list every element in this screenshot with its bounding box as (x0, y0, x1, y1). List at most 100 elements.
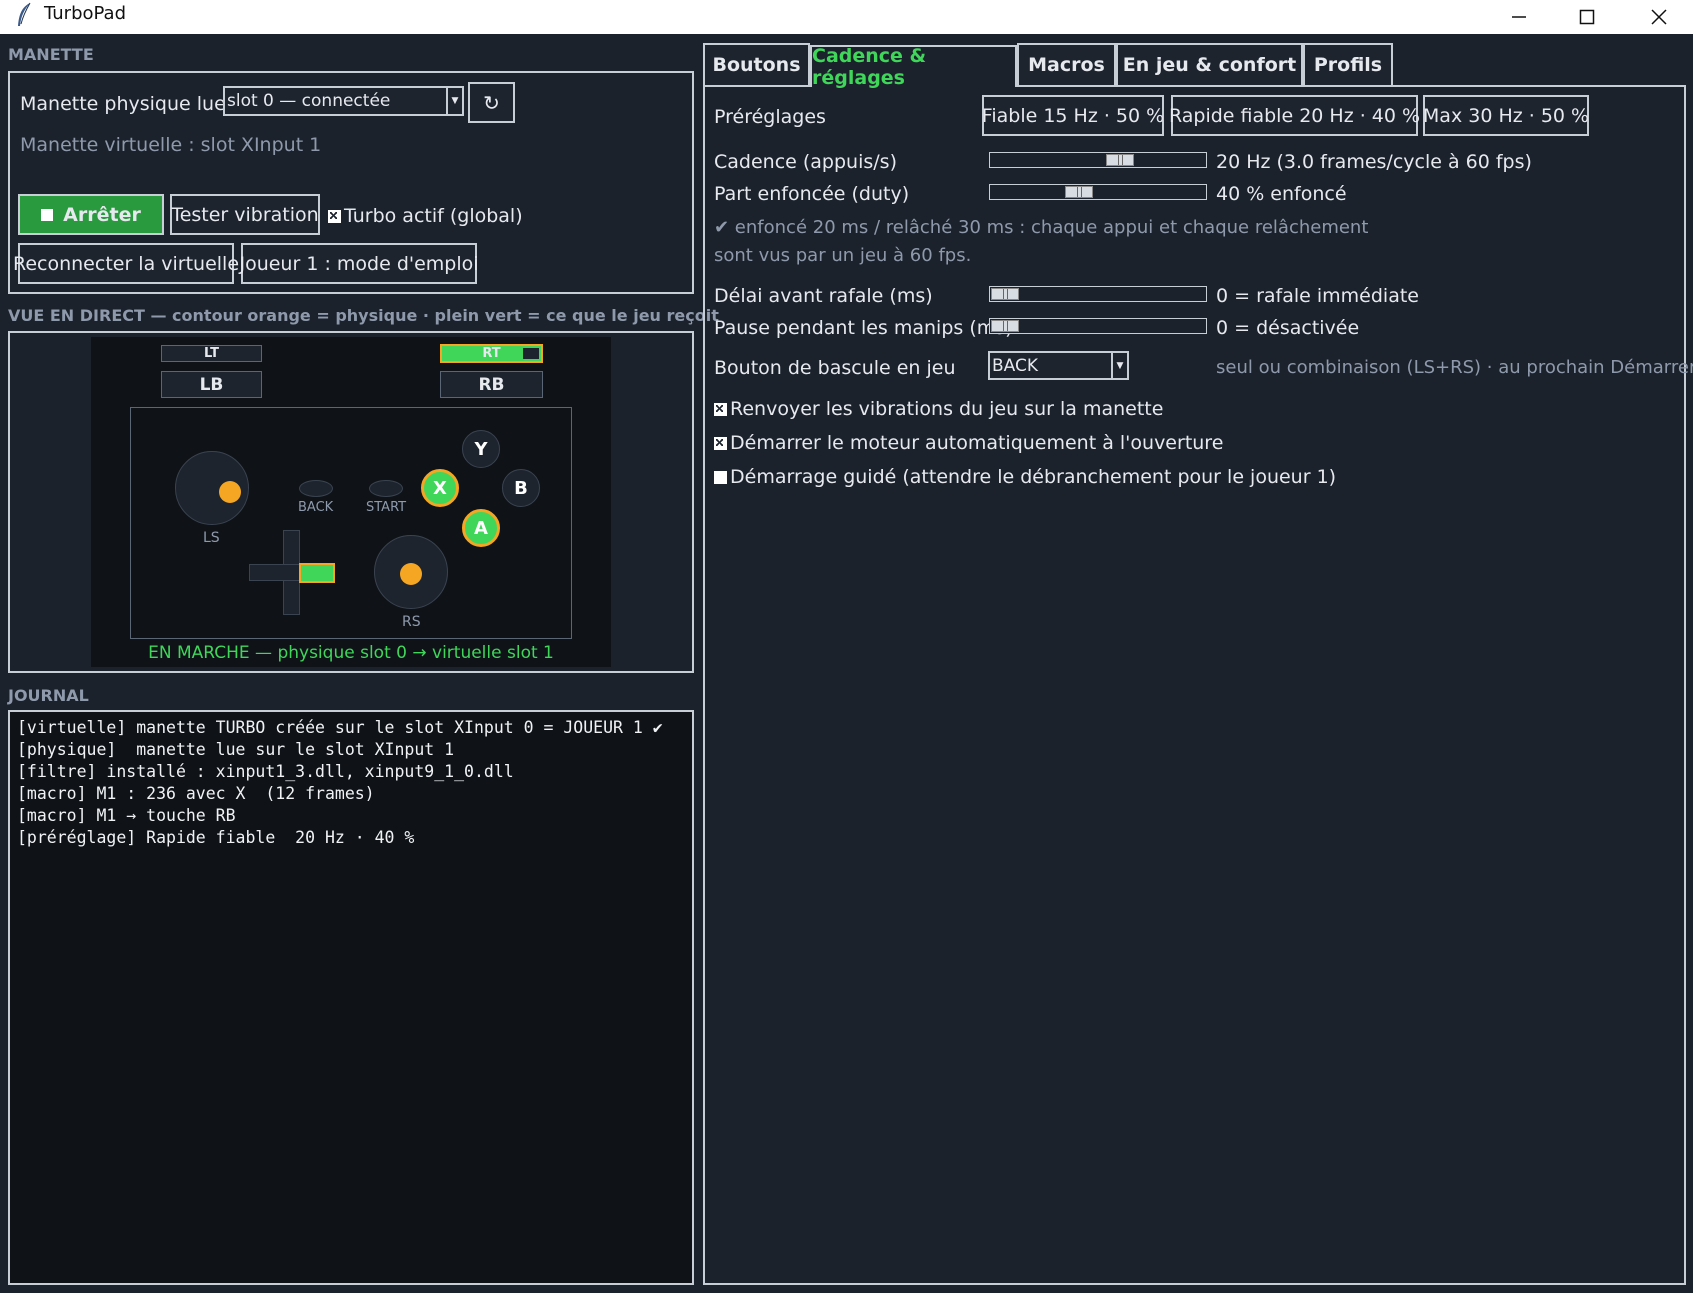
cadence-value: 20 Hz (3.0 frames/cycle à 60 fps) (1216, 151, 1532, 173)
checkbox-unchecked-icon (714, 471, 727, 484)
vibrations-checkbox[interactable]: Renvoyer les vibrations du jeu sur la ma… (714, 398, 1163, 420)
maximize-button[interactable] (1553, 0, 1621, 34)
duty-value: 40 % enfoncé (1216, 183, 1347, 205)
chevron-down-icon: ▼ (446, 88, 462, 114)
window-title: TurboPad (44, 3, 127, 24)
preset-rapide-fiable-button[interactable]: Rapide fiable 20 Hz · 40 % (1168, 95, 1421, 136)
start-label: START (366, 500, 407, 515)
reconnect-virtual-label: Reconnecter la virtuelle (12, 252, 240, 275)
tab-profils[interactable]: Profils (1303, 43, 1393, 85)
minimize-button[interactable] (1485, 0, 1553, 34)
cadence-slider[interactable] (989, 152, 1207, 168)
rt-indicator: RT (440, 344, 543, 363)
test-vibration-button[interactable]: Tester vibration (170, 194, 320, 235)
tab-boutons[interactable]: Boutons (703, 43, 810, 85)
pause-value: 0 = désactivée (1216, 317, 1360, 339)
journal-line: [macro] M1 : 236 avec X (12 frames) (17, 784, 375, 803)
controller-view: LT RT LB RB LS BACK START Y B X A RS EN … (91, 337, 611, 667)
preset-max-button[interactable]: Max 30 Hz · 50 % (1423, 95, 1589, 136)
turbo-global-checkbox[interactable]: Turbo actif (global) (328, 205, 523, 227)
checkbox-checked-icon (328, 210, 341, 223)
rb-indicator: RB (440, 371, 543, 398)
turbo-global-label: Turbo actif (global) (344, 205, 523, 227)
tab-en-jeu-confort[interactable]: En jeu & confort (1116, 43, 1303, 85)
journal-line: [virtuelle] manette TURBO créée sur le s… (17, 718, 663, 737)
x-button-indicator: X (421, 469, 459, 507)
right-stick-dot (400, 563, 422, 585)
rs-label: RS (402, 614, 421, 630)
pause-slider-thumb[interactable] (991, 320, 1019, 332)
journal-line: [physique] manette lue sur le slot XInpu… (17, 740, 455, 759)
delay-slider-thumb[interactable] (991, 288, 1019, 300)
virtual-controller-text: Manette virtuelle : slot XInput 1 (20, 134, 322, 156)
back-button-indicator (299, 480, 333, 497)
live-view-title: VUE EN DIRECT — contour orange = physiqu… (8, 306, 719, 325)
rt-unfilled-segment (523, 348, 539, 359)
stop-icon (41, 208, 54, 221)
tab-cadence-reglages[interactable]: Cadence & réglages (810, 45, 1017, 89)
test-vibration-label: Tester vibration (171, 203, 319, 226)
checkbox-checked-icon (714, 437, 727, 450)
start-button-indicator (369, 480, 403, 497)
journal-title: JOURNAL (8, 686, 89, 705)
toggle-button-label: Bouton de bascule en jeu (714, 357, 956, 379)
stop-button[interactable]: Arrêter (18, 194, 164, 235)
controller-body (130, 407, 572, 639)
lt-indicator: LT (161, 345, 262, 362)
manette-section-title: MANETTE (8, 45, 94, 64)
delay-value: 0 = rafale immédiate (1216, 285, 1419, 307)
stop-label: Arrêter (63, 203, 141, 226)
left-stick-dot (219, 481, 241, 503)
duty-slider[interactable] (989, 184, 1207, 200)
toggle-button-value: BACK (992, 356, 1039, 376)
lb-indicator: LB (161, 371, 262, 398)
title-bar: TurboPad (0, 0, 1693, 34)
y-button-indicator: Y (462, 430, 500, 468)
chevron-down-icon: ▼ (1111, 353, 1127, 378)
journal-line: [préréglage] Rapide fiable 20 Hz · 40 % (17, 828, 415, 847)
refresh-button[interactable]: ↻ (468, 82, 515, 123)
autostart-checkbox-label: Démarrer le moteur automatiquement à l'o… (730, 432, 1224, 454)
rt-label: RT (482, 346, 501, 361)
close-button[interactable] (1625, 0, 1693, 34)
toggle-button-hint: seul ou combinaison (LS+RS) · au prochai… (1216, 357, 1693, 378)
autostart-checkbox[interactable]: Démarrer le moteur automatiquement à l'o… (714, 432, 1223, 454)
physical-controller-select[interactable]: slot 0 — connectée ▼ (223, 86, 464, 116)
journal-line: [filtre] installé : xinput1_3.dll, xinpu… (17, 762, 514, 781)
timing-info-line1: ✔ enfoncé 20 ms / relâché 30 ms : chaque… (714, 217, 1369, 238)
physical-controller-label: Manette physique lue : (20, 93, 239, 115)
a-button-indicator: A (462, 509, 500, 547)
preset-max-label: Max 30 Hz · 50 % (1422, 104, 1590, 127)
cadence-label: Cadence (appuis/s) (714, 151, 897, 173)
physical-controller-value: slot 0 — connectée (227, 91, 391, 111)
preset-fiable-button[interactable]: Fiable 15 Hz · 50 % (982, 95, 1164, 136)
duty-slider-thumb[interactable] (1065, 186, 1094, 198)
dpad-right-indicator (299, 563, 335, 583)
preset-fiable-label: Fiable 15 Hz · 50 % (981, 104, 1165, 127)
delay-slider[interactable] (989, 286, 1207, 302)
b-button-indicator: B (502, 469, 540, 507)
toggle-button-select[interactable]: BACK ▼ (988, 351, 1129, 380)
delay-label: Délai avant rafale (ms) (714, 285, 933, 307)
feather-icon (18, 2, 31, 26)
vibrations-checkbox-label: Renvoyer les vibrations du jeu sur la ma… (730, 398, 1164, 420)
ls-label: LS (203, 530, 220, 546)
timing-info-line2: sont vus par un jeu à 60 fps. (714, 245, 972, 266)
reconnect-virtual-button[interactable]: Reconnecter la virtuelle (13, 243, 239, 284)
refresh-icon: ↻ (483, 90, 500, 115)
player-guide-label: Joueur 1 : mode d'emploi (239, 252, 479, 275)
player-guide-button[interactable]: Joueur 1 : mode d'emploi (239, 243, 479, 284)
back-label: BACK (298, 500, 334, 515)
journal-log: [virtuelle] manette TURBO créée sur le s… (17, 718, 687, 850)
cadence-slider-thumb[interactable] (1106, 154, 1135, 166)
journal-line: [macro] M1 → touche RB (17, 806, 236, 825)
presets-label: Préréglages (714, 106, 826, 128)
guided-start-checkbox-label: Démarrage guidé (attendre le débrancheme… (730, 466, 1337, 488)
preset-rapide-fiable-label: Rapide fiable 20 Hz · 40 % (1168, 104, 1421, 127)
duty-label: Part enfoncée (duty) (714, 183, 910, 205)
tab-macros[interactable]: Macros (1017, 43, 1116, 85)
engine-status-text: EN MARCHE — physique slot 0 → virtuelle … (148, 643, 554, 663)
pause-slider[interactable] (989, 318, 1207, 334)
guided-start-checkbox[interactable]: Démarrage guidé (attendre le débrancheme… (714, 466, 1336, 488)
pause-label: Pause pendant les manips (ms) (714, 317, 1013, 339)
